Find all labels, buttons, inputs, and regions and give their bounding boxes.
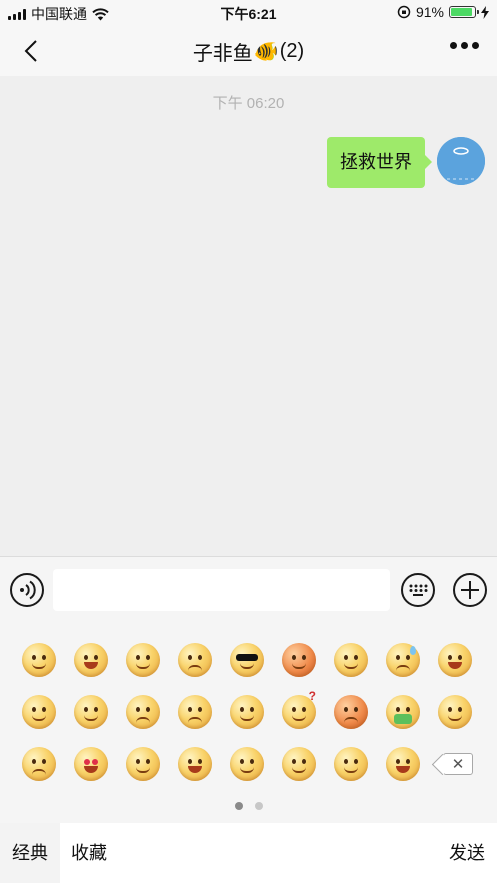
awkward-emoji-icon [22,695,56,729]
more-dot-icon [461,42,468,49]
tongue-emoji-icon [126,643,160,677]
more-dot-icon [472,42,479,49]
emoji-cell[interactable] [325,634,377,686]
laugh-emoji-icon [178,747,212,781]
more-dot-icon [450,42,457,49]
happy-emoji-icon [334,747,368,781]
tab-classic[interactable]: 经典 [0,823,60,883]
send-button[interactable]: 发送 [449,823,485,883]
emoji-cell[interactable] [273,738,325,790]
chat-area[interactable]: 下午 06:20 拯救世界 [0,76,497,556]
emoji-cell[interactable] [13,634,65,686]
emoji-keyboard-icon [409,584,428,596]
status-bar: 中国联通 下午6:21 91% [0,0,497,26]
page-dot-icon[interactable] [254,802,263,810]
wink-emoji-icon [386,747,420,781]
tab-favorites[interactable]: 收藏 [71,823,107,883]
input-bar [0,556,497,622]
battery-percent: 91% [415,4,444,20]
voice-icon [20,580,36,600]
frown-emoji-icon [126,695,160,729]
furious-emoji-icon [334,695,368,729]
emoji-cell[interactable] [273,634,325,686]
emoji-grid: ✕ [13,634,481,790]
emoji-cell[interactable] [221,634,273,686]
avatar-image [437,137,485,185]
page-dot-icon[interactable] [234,802,243,810]
sweat-emoji-icon [386,643,420,677]
voice-input-button[interactable] [10,573,44,607]
more-button[interactable] [450,42,479,49]
charging-icon [481,5,489,19]
emoji-cell[interactable] [169,738,221,790]
sunglasses-emoji-icon [230,643,264,677]
chat-title: 子非鱼 🐠 (2) [0,37,497,66]
neutral-emoji-icon [126,747,160,781]
chat-title-name: 子非鱼 [192,43,253,65]
shy-emoji-icon [334,643,368,677]
emoji-cell[interactable] [117,738,169,790]
battery-icon [449,6,479,18]
plus-icon [461,581,479,599]
smirk-emoji-icon [438,695,472,729]
more-functions-button[interactable] [453,573,487,607]
emoji-cell[interactable] [221,686,273,738]
emoji-tab-bar: 经典 收藏 发送 [0,823,497,883]
emoji-cell[interactable] [65,686,117,738]
member-count: (2) [279,40,305,62]
emoji-cell[interactable] [13,686,65,738]
emoji-cell[interactable] [273,686,325,738]
emoji-cell[interactable] [325,686,377,738]
backspace-icon: ✕ [443,753,473,775]
grin-emoji-icon [74,643,108,677]
emoji-cell[interactable] [377,634,429,686]
page-indicator [0,802,497,810]
emoji-cell[interactable] [429,686,481,738]
emoji-cell[interactable] [377,738,429,790]
emoji-cell[interactable] [65,634,117,686]
squint-emoji-icon [230,747,264,781]
crying-emoji-icon [438,643,472,677]
emoji-cell[interactable] [13,738,65,790]
emoji-cell[interactable] [169,634,221,686]
angry-emoji-icon [282,643,316,677]
question-emoji-icon [282,689,316,729]
emoji-cell[interactable] [65,738,117,790]
message-bubble[interactable]: 拯救世界 [327,137,432,188]
navigation-bar: 子非鱼 🐠 (2) [0,26,497,76]
orientation-lock-icon [397,5,411,19]
scold-emoji-icon [178,695,212,729]
emoji-cell[interactable] [221,738,273,790]
emoji-cell[interactable] [169,686,221,738]
emoji-cell[interactable] [117,634,169,686]
emoji-cell[interactable] [325,738,377,790]
emoji-button[interactable] [401,573,435,607]
heart-eyes-emoji-icon [74,747,108,781]
vomit-emoji-icon [386,695,420,729]
emoji-cell[interactable] [377,686,429,738]
message-timestamp: 下午 06:20 [212,95,285,112]
emoji-panel: ✕ [0,622,497,823]
message-input[interactable] [53,569,390,611]
cover-face-emoji-icon [74,695,108,729]
grimace-emoji-icon [178,643,212,677]
hug-emoji-icon [282,747,316,781]
grinning-emoji-icon [230,695,264,729]
pout-emoji-icon [22,747,56,781]
emoji-cell[interactable] [429,634,481,686]
smile-emoji-icon [22,643,56,677]
delete-emoji-button[interactable]: ✕ [429,738,481,790]
status-right: 91% [397,4,489,20]
emoji-cell[interactable] [117,686,169,738]
fish-emoji: 🐠 [253,41,279,63]
avatar[interactable] [437,137,485,185]
